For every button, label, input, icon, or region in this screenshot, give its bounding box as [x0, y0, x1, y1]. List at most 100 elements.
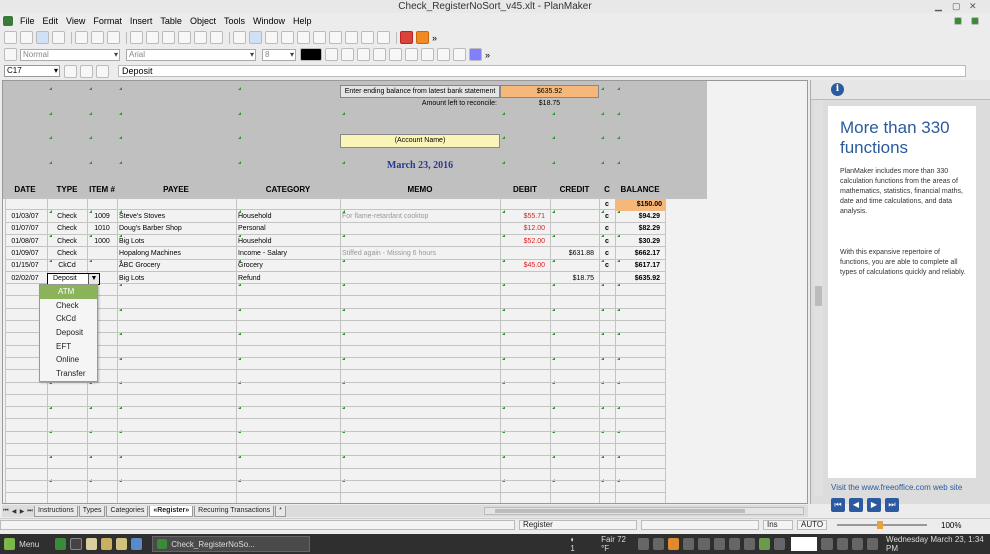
filter-icon[interactable]	[361, 31, 374, 44]
info-icon[interactable]: i	[831, 83, 844, 96]
save-icon[interactable]	[36, 31, 49, 44]
worksheet[interactable]: Enter ending balance from latest bank st…	[2, 80, 808, 504]
cell-c[interactable]: c	[599, 248, 615, 260]
clock[interactable]: Wednesday March 23, 1:34 PM	[886, 535, 990, 553]
shield-icon[interactable]	[759, 538, 771, 550]
cell-type[interactable]: Check	[47, 236, 87, 248]
text-editor-icon[interactable]	[85, 538, 97, 550]
workspace-switcher[interactable]: ◐ 1	[570, 535, 581, 553]
formula-input[interactable]: Deposit	[118, 65, 966, 77]
menu-help[interactable]: Help	[289, 16, 316, 26]
tray-icon[interactable]	[652, 538, 665, 550]
search-box[interactable]	[791, 537, 818, 551]
last-sheet-icon[interactable]: ⏭	[26, 508, 34, 515]
dropdown-option[interactable]: Deposit	[40, 326, 97, 340]
scroll-thumb[interactable]	[815, 286, 822, 306]
tray-icon[interactable]	[668, 538, 680, 550]
style-select[interactable]: Normal	[20, 48, 120, 61]
chart-icon[interactable]	[249, 31, 262, 44]
cell-type[interactable]: Check	[47, 211, 87, 223]
cell-category[interactable]: Refund	[238, 273, 338, 285]
tab-types[interactable]: Types	[78, 505, 106, 517]
cut-icon[interactable]	[130, 31, 143, 44]
tab-register[interactable]: «Register»	[149, 505, 194, 517]
open-icon[interactable]	[20, 31, 33, 44]
scroll-thumb[interactable]	[495, 509, 745, 513]
paste-icon[interactable]	[162, 31, 175, 44]
cell-type[interactable]: Check	[47, 248, 87, 260]
cell-balance[interactable]: $635.92	[615, 273, 663, 285]
menu-view[interactable]: View	[62, 16, 89, 26]
cell-c[interactable]: c	[599, 223, 615, 235]
cell-payee[interactable]: Doug's Barber Shop	[119, 223, 235, 235]
start-menu-label[interactable]: Menu	[19, 540, 39, 549]
cell-c[interactable]: c	[599, 260, 615, 272]
tray-icon[interactable]	[713, 538, 725, 550]
find-icon[interactable]	[233, 31, 246, 44]
special-char-icon[interactable]	[297, 31, 310, 44]
align-center-icon[interactable]	[389, 48, 402, 61]
cell-category[interactable]: Personal	[238, 223, 338, 235]
dropdown-option[interactable]: Check	[40, 299, 97, 313]
doc-close-icon[interactable]	[971, 17, 979, 25]
cell-balance[interactable]: $662.17	[615, 248, 663, 260]
cell-item[interactable]: 1000	[87, 236, 117, 248]
pointer-icon[interactable]	[4, 48, 17, 61]
textmaker-icon[interactable]	[400, 31, 413, 44]
taskbar-app-button[interactable]: Check_RegisterNoSo...	[152, 536, 311, 552]
print-icon[interactable]	[75, 31, 88, 44]
cell-payee[interactable]: Big Lots	[119, 236, 235, 248]
cell-reference[interactable]: C17	[4, 65, 60, 77]
menu-insert[interactable]: Insert	[126, 16, 157, 26]
first-sheet-icon[interactable]: ⏮	[2, 508, 10, 515]
cell-debit[interactable]: $45.00	[500, 260, 548, 272]
menu-tools[interactable]: Tools	[220, 16, 249, 26]
menu-edit[interactable]: Edit	[39, 16, 63, 26]
cell-balance[interactable]: $94.29	[615, 211, 663, 223]
object-icon[interactable]	[377, 31, 390, 44]
zoom-level[interactable]: 100%	[941, 521, 961, 530]
menu-format[interactable]: Format	[89, 16, 126, 26]
picture-icon[interactable]	[265, 31, 278, 44]
export-icon[interactable]	[52, 31, 65, 44]
ending-balance-input[interactable]: $635.92	[500, 85, 599, 98]
cell-category[interactable]: Grocery	[238, 260, 338, 272]
mint-menu-icon[interactable]	[4, 538, 16, 550]
cell-date[interactable]: 01/03/07	[5, 211, 45, 223]
opening-balance[interactable]: $150.00	[615, 199, 665, 211]
toolbar-more-icon[interactable]: »	[432, 33, 437, 43]
vertical-scrollbar[interactable]	[814, 86, 823, 496]
cell-type[interactable]: CkCd	[47, 260, 87, 272]
tab-new-sheet[interactable]: *	[275, 505, 286, 517]
show-desktop-icon[interactable]	[55, 538, 67, 550]
new-icon[interactable]	[4, 31, 17, 44]
cell-date[interactable]: 01/07/07	[5, 223, 45, 235]
cancel-icon[interactable]	[80, 64, 93, 78]
account-name-field[interactable]: (Account Name)	[340, 134, 500, 148]
cell-debit[interactable]: $55.71	[500, 211, 548, 223]
tab-instructions[interactable]: Instructions	[34, 505, 78, 517]
cell-memo[interactable]: Stiffed again - Missing 6 hours	[342, 248, 498, 260]
align-left-icon[interactable]	[373, 48, 386, 61]
tray-icon[interactable]	[683, 538, 695, 550]
files-icon[interactable]	[100, 538, 112, 550]
close-icon[interactable]: ✕	[969, 0, 977, 13]
minimize-icon[interactable]: ▁	[935, 0, 942, 13]
dropdown-option[interactable]: EFT	[40, 340, 97, 354]
browser-icon[interactable]	[131, 538, 143, 550]
cell-payee[interactable]: Hopalong Machines	[119, 248, 235, 260]
cell-credit[interactable]: $631.88	[550, 248, 597, 260]
justify-icon[interactable]	[421, 48, 434, 61]
cell-payee[interactable]: ABC Grocery	[119, 260, 235, 272]
tray-icon[interactable]	[851, 538, 863, 550]
cell-balance[interactable]: $30.29	[615, 236, 663, 248]
folder-icon[interactable]	[115, 538, 128, 550]
menu-object[interactable]: Object	[186, 16, 220, 26]
dropdown-option[interactable]: ATM	[40, 285, 97, 299]
valign-icon[interactable]	[437, 48, 450, 61]
tray-icon[interactable]	[774, 538, 786, 550]
print-preview-icon[interactable]	[91, 31, 104, 44]
bold-icon[interactable]	[325, 48, 338, 61]
weather-applet[interactable]: Fair 72 °F	[601, 535, 634, 553]
cell-debit[interactable]: $12.00	[500, 223, 548, 235]
